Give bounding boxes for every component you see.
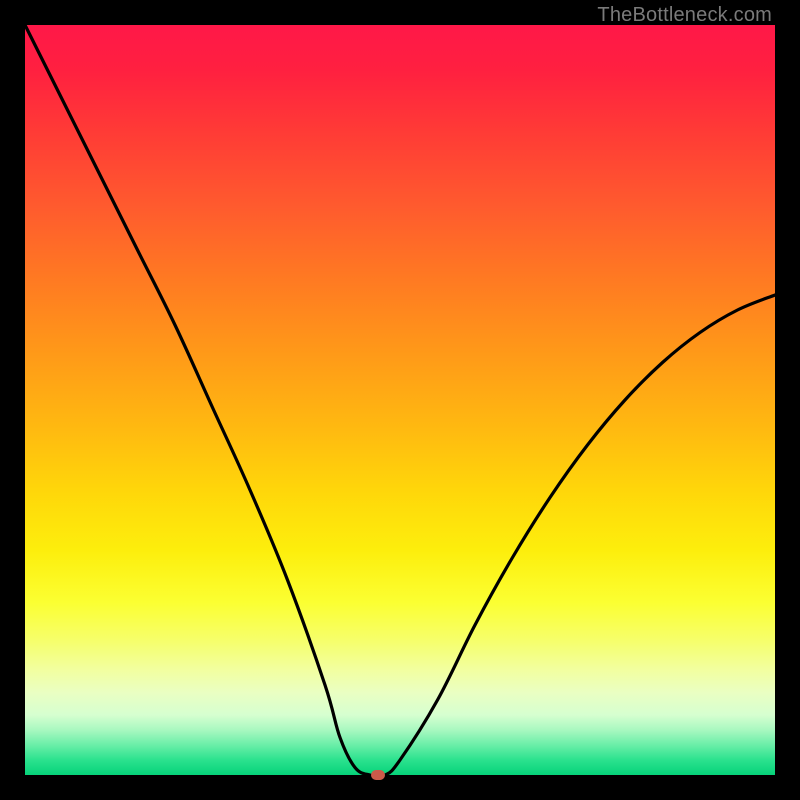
bottleneck-curve [25, 25, 775, 775]
plot-area [25, 25, 775, 775]
watermark-text: TheBottleneck.com [597, 4, 772, 27]
optimal-point-marker [371, 770, 385, 780]
chart-frame: TheBottleneck.com [0, 0, 800, 800]
